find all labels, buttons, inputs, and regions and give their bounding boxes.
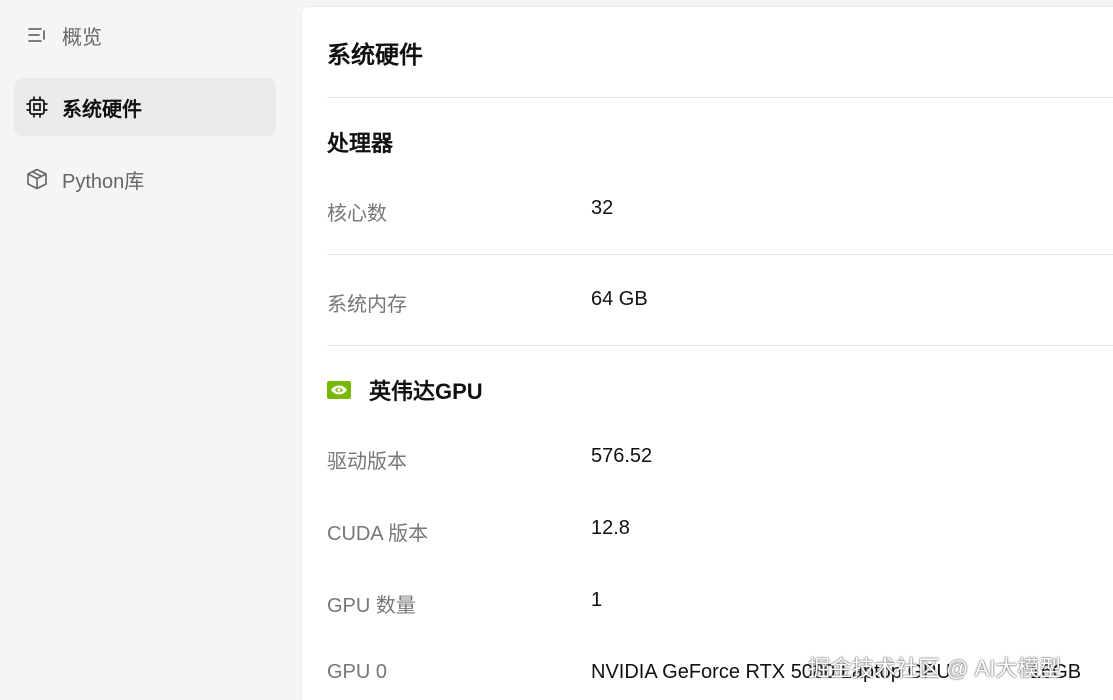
section-title-processor: 处理器 [327, 131, 394, 156]
section-title-gpu: 英伟达GPU [327, 374, 483, 406]
row-label-gpu0: GPU 0 [327, 661, 388, 683]
page-title: 系统硬件 [327, 42, 423, 69]
row-label-cuda: CUDA 版本 [327, 523, 429, 545]
sidebar-item-python-libs[interactable]: Python库 [14, 150, 276, 208]
row-label-gpu-count: GPU 数量 [327, 595, 416, 617]
sidebar-item-label: Python库 [62, 170, 145, 193]
nvidia-logo-icon [327, 381, 351, 399]
divider [327, 97, 1113, 98]
divider [327, 254, 1113, 255]
row-value-gpu-count: 1 [591, 589, 603, 611]
row-value-cuda: 12.8 [591, 517, 630, 539]
row-label-driver: 驱动版本 [327, 451, 407, 473]
row-label-cores: 核心数 [327, 203, 387, 225]
section-title-gpu-label: 英伟达GPU [369, 379, 483, 404]
sidebar-item-overview[interactable]: 概览 [14, 6, 276, 64]
sidebar-item-label: 概览 [62, 26, 102, 49]
row-value-driver: 576.52 [591, 445, 653, 467]
sidebar-item-label: 系统硬件 [62, 98, 142, 121]
row-label-memory: 系统内存 [327, 294, 407, 316]
package-box-icon [24, 166, 50, 192]
chip-icon [24, 94, 50, 120]
sidebar-item-system-hardware[interactable]: 系统硬件 [14, 78, 276, 136]
watermark: 掘金技术社区 @ AI大模型 [808, 656, 1062, 681]
row-value-memory: 64 GB [591, 288, 648, 310]
main-panel: 系统硬件 处理器 核心数 32 系统内存 64 GB 英伟达GPU 驱动版本 5… [301, 6, 1113, 700]
list-menu-icon [24, 22, 50, 48]
divider [327, 345, 1113, 346]
row-value-cores: 32 [591, 197, 614, 219]
sidebar: 概览 系统硬件 Python库 [0, 0, 290, 700]
